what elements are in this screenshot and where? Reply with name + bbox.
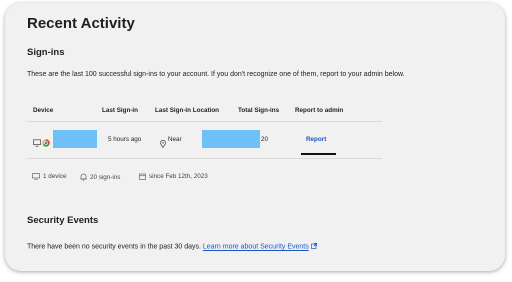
row-divider: [27, 158, 382, 159]
report-underline: [301, 153, 336, 155]
table-row: 5 hours ago Near 20 Report: [27, 122, 382, 156]
monitor-icon: [33, 134, 41, 152]
col-last-signin: Last Sign-in: [102, 107, 139, 114]
signins-description: These are the last 100 successful sign-i…: [27, 71, 405, 78]
recent-activity-card: Recent Activity Sign-ins These are the l…: [5, 3, 505, 271]
calendar-icon: [139, 173, 146, 180]
since-date: since Feb 12th, 2023: [139, 173, 208, 180]
location-pin-icon: [160, 135, 166, 153]
security-events-description: There have been no security events in th…: [27, 243, 317, 251]
signins-heading: Sign-ins: [27, 47, 65, 58]
security-events-heading: Security Events: [27, 215, 99, 226]
last-signin-cell: 5 hours ago: [108, 136, 142, 143]
external-link-icon: [310, 243, 317, 251]
device-count: 1 device: [32, 173, 66, 180]
page-title: Recent Activity: [27, 15, 135, 32]
learn-more-link[interactable]: Learn more about Security Events: [203, 244, 309, 251]
chrome-icon: [42, 134, 50, 152]
monitor-icon: [32, 173, 40, 180]
device-name-redacted: [53, 130, 97, 148]
bell-icon: [80, 173, 87, 181]
col-location: Last Sign-in Location: [155, 107, 220, 114]
total-signins-cell: 20: [261, 136, 269, 143]
signin-count: 20 sign-ins: [80, 173, 120, 181]
location-redacted: [202, 130, 260, 148]
report-button[interactable]: Report: [306, 136, 326, 143]
col-device: Device: [33, 107, 54, 114]
col-total: Total Sign-ins: [238, 107, 280, 114]
col-report: Report to admin: [295, 107, 344, 114]
location-prefix: Near: [168, 136, 182, 143]
